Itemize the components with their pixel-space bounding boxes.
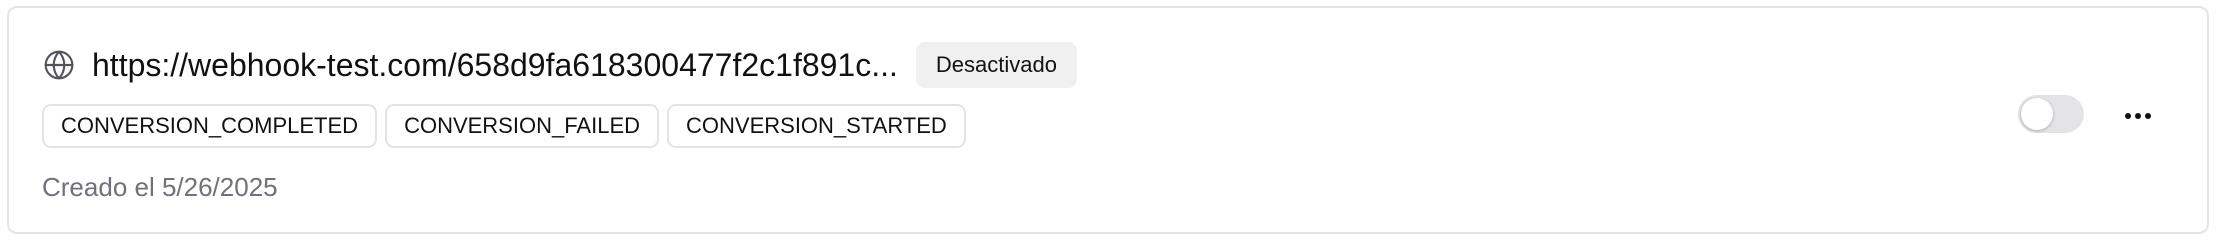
event-tag-conversion-failed: CONVERSION_FAILED [385,104,660,148]
more-options-button[interactable] [2118,98,2158,134]
more-horizontal-icon [2125,113,2131,119]
webhook-header: https://webhook-test.com/658d9fa61830047… [42,42,1077,88]
globe-icon [42,48,76,82]
event-tag-conversion-completed: CONVERSION_COMPLETED [42,104,378,148]
webhook-card: https://webhook-test.com/658d9fa61830047… [7,6,2209,234]
toggle-knob [2021,98,2053,130]
event-tag-conversion-started: CONVERSION_STARTED [667,104,966,148]
created-date: Creado el 5/26/2025 [42,172,278,202]
status-badge: Desactivado [915,42,1077,88]
webhook-enabled-toggle[interactable] [2018,95,2084,133]
webhook-url: https://webhook-test.com/658d9fa61830047… [92,46,898,83]
event-tags: CONVERSION_COMPLETED CONVERSION_FAILED C… [42,104,966,148]
